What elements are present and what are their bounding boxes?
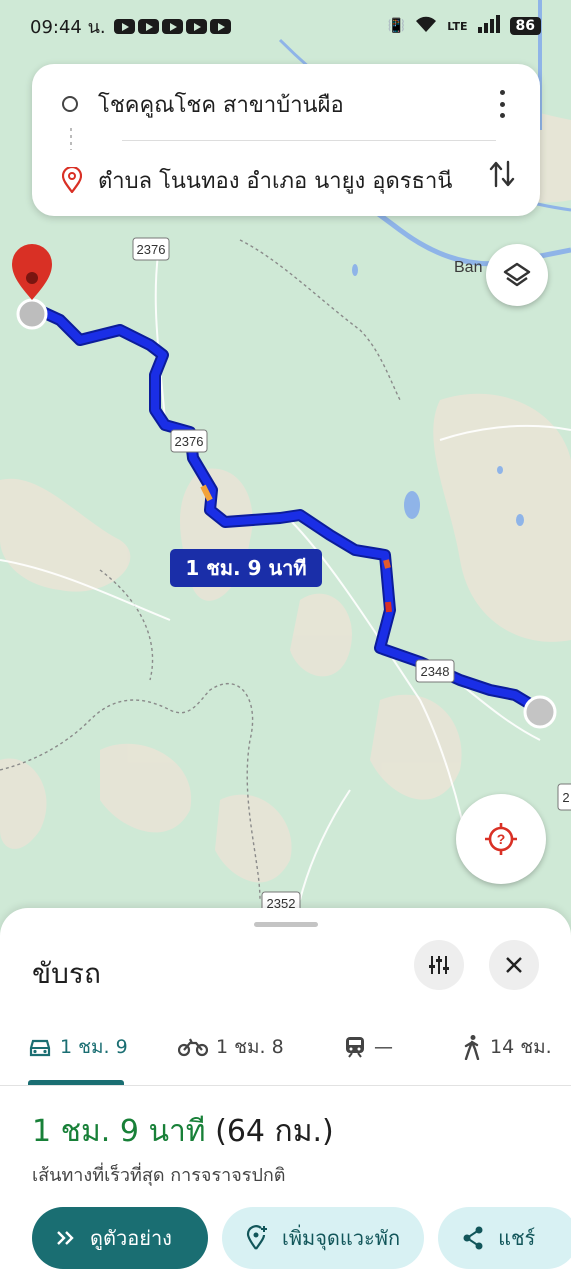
directions-sheet: ขับรถ 1 ชม. 9 1 ชม. 8 — 14 ชม. 1 ชม. 9 น… — [0, 908, 571, 1280]
status-bar: 09:44 น. 📳 LTE 86 — [0, 0, 571, 52]
close-button[interactable] — [489, 940, 539, 990]
travel-mode-tabs: 1 ชม. 9 1 ชม. 8 — 14 ชม. — [0, 1018, 571, 1086]
active-tab-indicator — [28, 1080, 124, 1085]
youtube-icon — [209, 18, 231, 34]
location-pin-icon — [62, 167, 82, 193]
add-stop-button-label: เพิ่มจุดแวะพัก — [282, 1226, 401, 1250]
train-icon — [346, 1037, 364, 1058]
layers-icon — [503, 262, 531, 287]
share-icon — [463, 1226, 483, 1250]
walking-icon — [464, 1035, 480, 1060]
road-shield: 2376 — [170, 429, 208, 453]
tab-drive[interactable]: 1 ชม. 9 — [28, 1032, 128, 1062]
svg-text:2376: 2376 — [137, 242, 166, 257]
sheet-title: ขับรถ — [32, 957, 101, 990]
tab-drive-label: 1 ชม. 9 — [60, 1036, 128, 1058]
route-summary: 1 ชม. 9 นาที (64 กม.) — [32, 1108, 334, 1155]
route-connector — [70, 128, 72, 150]
share-button-label: แชร์ — [498, 1226, 536, 1250]
place-label: Ban — [454, 259, 482, 276]
svg-text:2: 2 — [562, 790, 569, 805]
layers-button[interactable] — [486, 244, 548, 306]
tab-transit[interactable]: — — [344, 1032, 393, 1062]
more-options-button[interactable] — [490, 90, 514, 118]
swap-icon — [489, 160, 515, 188]
battery-indicator: 86 — [509, 17, 541, 35]
road-shield: 2376 — [132, 237, 170, 261]
swap-directions-button[interactable] — [486, 158, 518, 194]
share-button[interactable]: แชร์ — [438, 1207, 571, 1269]
tab-transit-label: — — [374, 1036, 393, 1058]
status-time: 09:44 น. — [30, 16, 106, 38]
origin-marker[interactable] — [523, 695, 557, 729]
route-duration-label[interactable]: 1 ชม. 9 นาที — [170, 549, 322, 587]
vibrate-icon: 📳 — [387, 18, 406, 34]
youtube-icon — [185, 18, 207, 34]
signal-icon — [477, 15, 500, 37]
youtube-icon — [113, 18, 135, 34]
tab-walk-label: 14 ชม. — [490, 1036, 552, 1058]
origin-field[interactable]: โชคคูณโชค สาขาบ้านผือ — [62, 86, 344, 122]
tune-icon — [429, 956, 449, 974]
youtube-icon — [137, 18, 159, 34]
route-options-button[interactable] — [414, 940, 464, 990]
destination-text: ตำบล โนนทอง อำเภอ นายูง อุดรธานี — [98, 168, 453, 194]
directions-card: โชคคูณโชค สาขาบ้านผือ ตำบล โนนทอง อำเภอ … — [32, 64, 540, 216]
svg-text:?: ? — [497, 831, 506, 847]
route-distance: (64 กม.) — [215, 1114, 334, 1149]
preview-button[interactable]: ดูตัวอย่าง — [32, 1207, 208, 1269]
destination-field[interactable]: ตำบล โนนทอง อำเภอ นายูง อุดรธานี — [62, 162, 458, 198]
origin-text: โชคคูณโชค สาขาบ้านผือ — [98, 92, 344, 118]
field-divider — [122, 140, 496, 141]
my-location-button[interactable]: ? — [456, 794, 546, 884]
double-chevron-icon — [57, 1231, 74, 1245]
lte-indicator: LTE — [447, 19, 468, 33]
add-location-icon — [246, 1225, 267, 1250]
tab-walk[interactable]: 14 ชม. — [462, 1032, 552, 1062]
road-shield: 2 — [557, 783, 571, 811]
close-icon — [506, 957, 522, 973]
tab-motorbike-label: 1 ชม. 8 — [216, 1036, 284, 1058]
action-buttons: ดูตัวอย่าง เพิ่มจุดแวะพัก แชร์ — [32, 1207, 571, 1269]
wifi-icon — [415, 16, 437, 36]
motorbike-icon — [178, 1038, 208, 1057]
route-description: เส้นทางที่เร็วที่สุด การจราจรปกติ — [32, 1165, 286, 1186]
svg-text:2348: 2348 — [421, 664, 450, 679]
preview-button-label: ดูตัวอย่าง — [90, 1226, 172, 1250]
origin-circle-icon — [62, 96, 78, 112]
youtube-icon — [161, 18, 183, 34]
road-shield: 2348 — [415, 659, 455, 683]
tab-motorbike[interactable]: 1 ชม. 8 — [178, 1032, 284, 1062]
car-icon — [29, 1039, 51, 1057]
youtube-notification-icons — [113, 18, 231, 34]
add-stop-button[interactable]: เพิ่มจุดแวะพัก — [222, 1207, 425, 1269]
location-unknown-icon: ? — [485, 823, 517, 855]
svg-text:2376: 2376 — [175, 434, 204, 449]
sheet-drag-handle[interactable] — [254, 922, 318, 927]
route-duration: 1 ชม. 9 นาที — [32, 1114, 206, 1149]
